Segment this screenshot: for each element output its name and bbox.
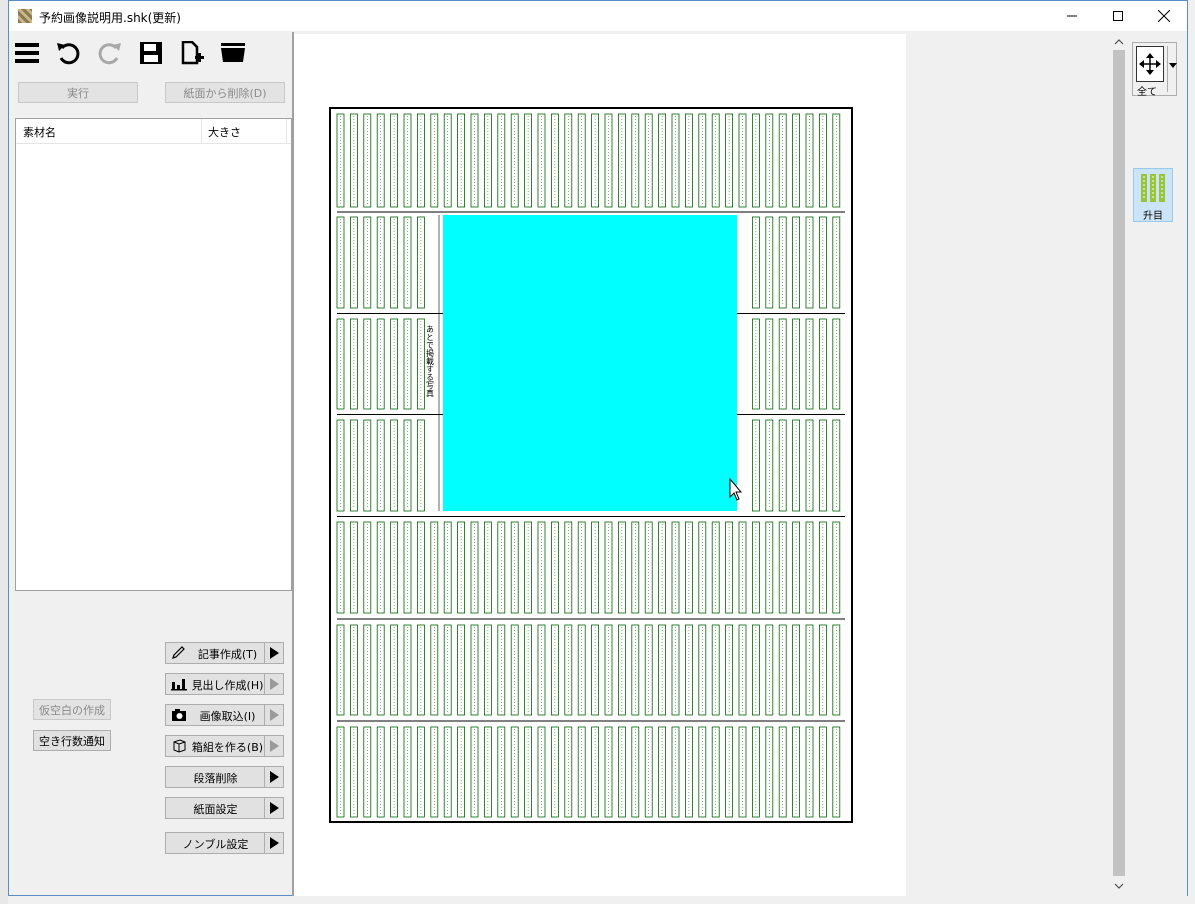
- column-divider: [201, 119, 202, 143]
- undo-button[interactable]: [54, 39, 82, 67]
- play-arrow-icon: [269, 678, 279, 690]
- play-arrow-icon: [269, 837, 279, 849]
- page-settings-label: 紙面設定: [193, 803, 238, 816]
- play-arrow-icon: [269, 771, 279, 783]
- create-article-button[interactable]: 記事作成(T): [165, 642, 284, 664]
- app-icon: [18, 9, 32, 23]
- new-file-button[interactable]: [179, 39, 207, 67]
- scroll-up-icon[interactable]: [1114, 38, 1124, 46]
- nombre-settings-button[interactable]: ノンブル設定: [165, 832, 284, 854]
- redo-button[interactable]: [96, 39, 124, 67]
- create-headline-label: 見出し作成(H): [191, 679, 264, 692]
- play-arrow-icon: [269, 802, 279, 814]
- minimize-icon: [1067, 15, 1077, 17]
- maximize-icon: [1113, 11, 1123, 21]
- create-article-label: 記事作成(T): [197, 648, 258, 661]
- page-settings-dropdown[interactable]: [264, 798, 283, 818]
- import-image-label: 画像取込(I): [199, 710, 256, 723]
- scrollbar-thumb[interactable]: [1113, 50, 1125, 876]
- execute-button[interactable]: 実行: [18, 82, 138, 103]
- save-button[interactable]: [137, 39, 165, 67]
- right-tool-panel: 全て 升目: [1127, 32, 1187, 896]
- import-image-dropdown[interactable]: [264, 705, 283, 725]
- create-headline-button[interactable]: 見出し作成(H): [165, 673, 284, 695]
- menu-icon: [15, 43, 39, 63]
- close-button[interactable]: [1141, 1, 1187, 31]
- open-folder-button[interactable]: [219, 39, 247, 67]
- photo-placeholder-caption: あとで掲載する写真: [426, 325, 435, 398]
- material-list[interactable]: 素材名 大きさ: [15, 118, 292, 591]
- play-arrow-icon: [269, 647, 279, 659]
- newspaper-page[interactable]: あとで掲載する写真: [329, 107, 853, 823]
- menu-button[interactable]: [13, 39, 41, 67]
- scroll-down-icon[interactable]: [1114, 882, 1124, 890]
- delete-column-button[interactable]: 段落削除: [165, 766, 284, 788]
- make-box-dropdown[interactable]: [264, 736, 283, 756]
- redo-icon: [98, 43, 121, 65]
- grid-columns-icon: [1141, 174, 1165, 202]
- save-icon: [140, 42, 162, 64]
- create-temp-blank-button[interactable]: 仮空白の作成: [33, 699, 111, 720]
- material-list-header: 素材名 大きさ: [16, 119, 291, 144]
- column-header-size[interactable]: 大きさ: [208, 124, 241, 140]
- title-bar: 予約画像説明用.shk(更新): [9, 1, 1187, 31]
- window-title: 予約画像説明用.shk(更新): [39, 11, 181, 25]
- masu-label: 升目: [1143, 211, 1163, 222]
- nombre-settings-label: ノンブル設定: [182, 838, 249, 851]
- move-arrows-icon: [1139, 53, 1161, 75]
- canvas-background: [906, 34, 1111, 896]
- page-settings-button[interactable]: 紙面設定: [165, 797, 284, 819]
- move-all-tool[interactable]: 全て: [1132, 42, 1177, 98]
- import-image-button[interactable]: 画像取込(I): [165, 704, 284, 726]
- column-header-name[interactable]: 素材名: [23, 124, 56, 140]
- all-label: 全て: [1137, 87, 1157, 98]
- dropdown-arrow-icon[interactable]: [1169, 63, 1177, 69]
- split-divider: [1167, 46, 1168, 92]
- notify-empty-lines-button[interactable]: 空き行数通知: [33, 730, 111, 751]
- remove-from-page-button[interactable]: 紙面から削除(D): [165, 82, 285, 103]
- nombre-settings-dropdown[interactable]: [264, 833, 283, 853]
- make-box-label: 箱組を作る(B): [191, 741, 264, 754]
- open-folder-icon: [221, 43, 245, 62]
- column-divider: [286, 119, 287, 143]
- undo-icon: [57, 43, 80, 65]
- masu-tool-button[interactable]: 升目: [1133, 168, 1173, 222]
- photo-placeholder[interactable]: [443, 215, 737, 511]
- new-file-icon: [181, 41, 204, 65]
- delete-column-dropdown[interactable]: [264, 767, 283, 787]
- maximize-button[interactable]: [1095, 1, 1141, 31]
- move-all-button[interactable]: [1136, 46, 1164, 82]
- create-article-dropdown[interactable]: [264, 643, 283, 663]
- make-box-button[interactable]: 箱組を作る(B): [165, 735, 284, 757]
- close-icon: [1158, 10, 1170, 22]
- desktop-background: [0, 0, 8, 904]
- vertical-scrollbar[interactable]: [1111, 34, 1127, 896]
- delete-column-label: 段落削除: [193, 772, 238, 785]
- play-arrow-icon: [269, 740, 279, 752]
- play-arrow-icon: [269, 709, 279, 721]
- create-headline-dropdown[interactable]: [264, 674, 283, 694]
- minimize-button[interactable]: [1049, 1, 1095, 31]
